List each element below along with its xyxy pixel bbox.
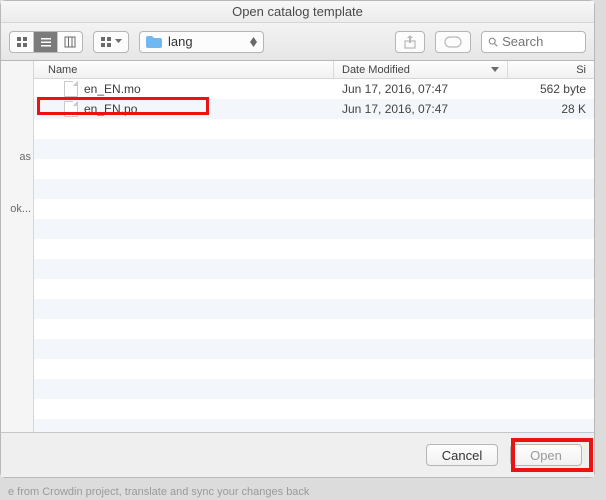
file-row[interactable]: en_EN.po Jun 17, 2016, 07:47 28 K: [34, 99, 594, 119]
file-date: Jun 17, 2016, 07:47: [334, 102, 508, 116]
file-list: en_EN.mo Jun 17, 2016, 07:47 562 byte en…: [34, 79, 594, 119]
column-headers: Name Date Modified Si: [34, 61, 594, 79]
column-name[interactable]: Name: [34, 61, 334, 78]
arrange-icon: [100, 36, 112, 48]
tag-icon: [444, 36, 462, 48]
search-input[interactable]: [502, 34, 579, 49]
column-size[interactable]: Si: [508, 61, 594, 78]
sidebar: as ok...: [1, 61, 34, 432]
share-icon: [404, 35, 416, 49]
file-icon: [64, 101, 78, 117]
column-date-modified[interactable]: Date Modified: [334, 61, 508, 78]
dialog-footer: Cancel Open: [1, 432, 594, 477]
view-list-icon[interactable]: [34, 32, 58, 52]
window-title: Open catalog template: [232, 4, 363, 19]
background-text-fragment: e from Crowdin project, translate and sy…: [8, 486, 309, 498]
search-field[interactable]: [481, 31, 586, 53]
file-icon: [64, 81, 78, 97]
chevron-down-icon: [491, 67, 499, 72]
view-columns-icon[interactable]: [58, 32, 82, 52]
folder-name: lang: [168, 34, 193, 49]
folder-icon: [146, 36, 162, 48]
share-button[interactable]: [395, 31, 425, 53]
tags-button[interactable]: [435, 31, 471, 53]
search-icon: [488, 36, 498, 48]
file-browser: Name Date Modified Si en_EN.mo Jun 17, 2…: [34, 61, 594, 432]
file-name: en_EN.po: [84, 102, 137, 116]
view-mode-segment[interactable]: [9, 31, 83, 53]
arrange-button[interactable]: [93, 31, 129, 53]
file-size: 28 K: [508, 102, 594, 116]
toolbar: lang: [1, 23, 594, 61]
folder-path-button[interactable]: lang: [139, 31, 264, 53]
sidebar-fragment: ok...: [1, 183, 33, 235]
file-name: en_EN.mo: [84, 82, 141, 96]
updown-icon: [250, 37, 257, 47]
open-button[interactable]: Open: [510, 444, 582, 466]
file-date: Jun 17, 2016, 07:47: [334, 82, 508, 96]
titlebar: Open catalog template: [1, 1, 594, 23]
open-dialog: Open catalog template lang: [0, 0, 595, 478]
view-icon-grid-icon[interactable]: [10, 32, 34, 52]
cancel-button[interactable]: Cancel: [426, 444, 498, 466]
file-size: 562 byte: [508, 82, 594, 96]
sidebar-fragment: as: [1, 131, 33, 183]
file-list-bg: [34, 79, 594, 432]
chevron-down-icon: [115, 39, 122, 44]
file-row[interactable]: en_EN.mo Jun 17, 2016, 07:47 562 byte: [34, 79, 594, 99]
